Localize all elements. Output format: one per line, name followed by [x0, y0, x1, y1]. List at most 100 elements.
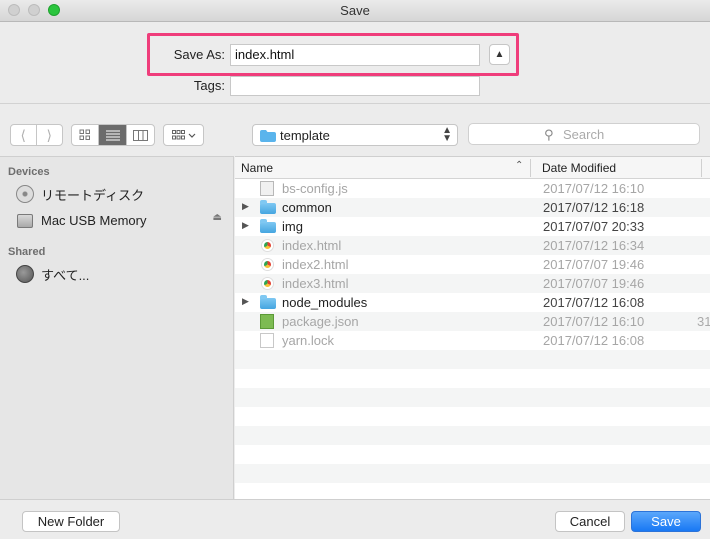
disclosure-triangle-icon[interactable]: ▶: [242, 296, 249, 307]
table-row[interactable]: index3.html 2017/07/07 19:46: [235, 274, 710, 293]
navigation-segment: ⟨ ⟩: [10, 124, 63, 146]
empty-row: [235, 426, 710, 445]
browser-toolbar: ⟨ ⟩ template ▲ ▼ ⚲ Search: [0, 104, 710, 156]
empty-row: [235, 369, 710, 388]
title-bar: Save: [0, 0, 710, 22]
collapse-dialog-button[interactable]: ▲: [489, 44, 510, 65]
sidebar-item-remote-disc[interactable]: リモートディスク: [16, 184, 228, 204]
column-separator[interactable]: [701, 159, 702, 177]
js-file-icon: [260, 181, 274, 196]
file-name: package.json: [282, 314, 359, 329]
file-date-modified: 2017/07/12 16:34: [543, 238, 645, 253]
file-date-modified: 2017/07/12 16:18: [543, 200, 645, 215]
table-row[interactable]: index2.html 2017/07/07 19:46: [235, 255, 710, 274]
file-name: bs-config.js: [282, 181, 348, 196]
grid-icon: [79, 129, 91, 140]
chevron-left-icon: ⟨: [20, 126, 26, 143]
sidebar-heading-devices: Devices: [8, 166, 50, 178]
dialog-footer: New Folder Cancel Save: [0, 499, 710, 539]
save-as-label: Save As:: [173, 47, 225, 62]
html-file-icon: [262, 240, 273, 251]
empty-row: [235, 445, 710, 464]
file-name: node_modules: [282, 295, 368, 310]
column-header-date-modified[interactable]: Date Modified: [542, 161, 616, 175]
file-date-modified: 2017/07/12 16:08: [543, 333, 645, 348]
location-popup[interactable]: template ▲ ▼: [252, 124, 458, 146]
file-rows: bs-config.js 2017/07/12 16:10 ▶ common 2017/…: [235, 179, 710, 499]
sidebar-item-usb-memory[interactable]: Mac USB Memory ⏏: [16, 210, 228, 230]
table-row[interactable]: bs-config.js 2017/07/12 16:10: [235, 179, 710, 198]
file-name: img: [282, 219, 303, 234]
sort-ascending-icon: ⌃: [515, 160, 524, 171]
disclosure-triangle-icon[interactable]: ▶: [242, 220, 249, 231]
file-name: yarn.lock: [282, 333, 335, 348]
table-row[interactable]: ▶ img 2017/07/07 20:33: [235, 217, 710, 236]
folder-icon: [260, 130, 276, 142]
save-header: Save As: index.html ▲ Tags:: [0, 22, 710, 104]
empty-row: [235, 388, 710, 407]
sidebar: Devices リモートディスク Mac USB Memory ⏏ Shared…: [0, 156, 234, 499]
empty-row: [235, 350, 710, 369]
sidebar-item-all-shared[interactable]: すべて...: [16, 264, 228, 284]
file-date-modified: 2017/07/12 16:10: [543, 181, 645, 196]
icon-view-button[interactable]: [72, 125, 100, 145]
folder-icon: [260, 295, 276, 309]
arrange-button[interactable]: [163, 124, 204, 146]
empty-row: [235, 407, 710, 426]
up-down-chevron-icon: ▲ ▼: [442, 125, 452, 144]
sidebar-item-label: リモートディスク: [41, 187, 145, 203]
file-date-modified: 2017/07/07 19:46: [543, 257, 645, 272]
location-label: template: [280, 128, 330, 143]
file-name: common: [282, 200, 332, 215]
table-row[interactable]: ▶ node_modules 2017/07/12 16:08: [235, 293, 710, 312]
eject-icon[interactable]: ⏏: [213, 212, 222, 223]
view-mode-segment: [71, 124, 155, 146]
arrange-grid-icon: [171, 129, 195, 139]
column-separator[interactable]: [530, 159, 531, 177]
table-row[interactable]: index.html 2017/07/12 16:34: [235, 236, 710, 255]
document-icon: [260, 333, 274, 348]
save-button[interactable]: Save: [631, 511, 701, 532]
table-row[interactable]: package.json 2017/07/12 16:10 31: [235, 312, 710, 331]
file-date-modified: 2017/07/12 16:10: [543, 314, 645, 329]
column-header-name[interactable]: Name: [241, 161, 273, 175]
columns-icon: [132, 129, 148, 141]
tags-input[interactable]: [230, 76, 480, 96]
chevron-up-icon: ▲: [494, 49, 505, 60]
empty-row: [235, 464, 710, 483]
network-globe-icon: [16, 265, 34, 283]
list-view-button[interactable]: [99, 125, 127, 145]
json-file-icon: [260, 314, 274, 329]
disclosure-triangle-icon[interactable]: ▶: [242, 201, 249, 212]
forward-button[interactable]: ⟩: [37, 125, 62, 145]
table-row[interactable]: yarn.lock 2017/07/12 16:08: [235, 331, 710, 350]
file-date-modified: 2017/07/07 19:46: [543, 276, 645, 291]
file-date-modified: 2017/07/07 20:33: [543, 219, 645, 234]
file-name: index2.html: [282, 257, 349, 272]
disc-icon: [16, 185, 34, 203]
html-file-icon: [262, 278, 273, 289]
sidebar-item-label: Mac USB Memory: [41, 212, 147, 228]
search-field[interactable]: ⚲ Search: [468, 123, 700, 145]
column-view-button[interactable]: [127, 125, 154, 145]
file-list: Name ⌃ Date Modified bs-config.js 2017/07…: [235, 156, 710, 499]
list-icon: [105, 130, 120, 141]
table-row[interactable]: ▶ common 2017/07/12 16:18: [235, 198, 710, 217]
sidebar-heading-shared: Shared: [8, 246, 46, 258]
usb-drive-icon: [17, 214, 33, 228]
file-name: index.html: [282, 238, 342, 253]
folder-icon: [260, 219, 276, 233]
back-button[interactable]: ⟨: [11, 125, 37, 145]
folder-icon: [260, 200, 276, 214]
save-as-input[interactable]: index.html: [230, 44, 480, 66]
list-header: Name ⌃ Date Modified: [235, 157, 710, 179]
sidebar-item-label: すべて...: [41, 267, 90, 283]
file-size: 31: [697, 314, 710, 329]
cancel-button[interactable]: Cancel: [555, 511, 625, 532]
search-icon: ⚲: [544, 127, 554, 142]
new-folder-button[interactable]: New Folder: [22, 511, 120, 532]
file-name: index3.html: [282, 276, 349, 291]
empty-row: [235, 483, 710, 499]
chevron-right-icon: ⟩: [46, 126, 52, 143]
html-file-icon: [262, 259, 273, 270]
